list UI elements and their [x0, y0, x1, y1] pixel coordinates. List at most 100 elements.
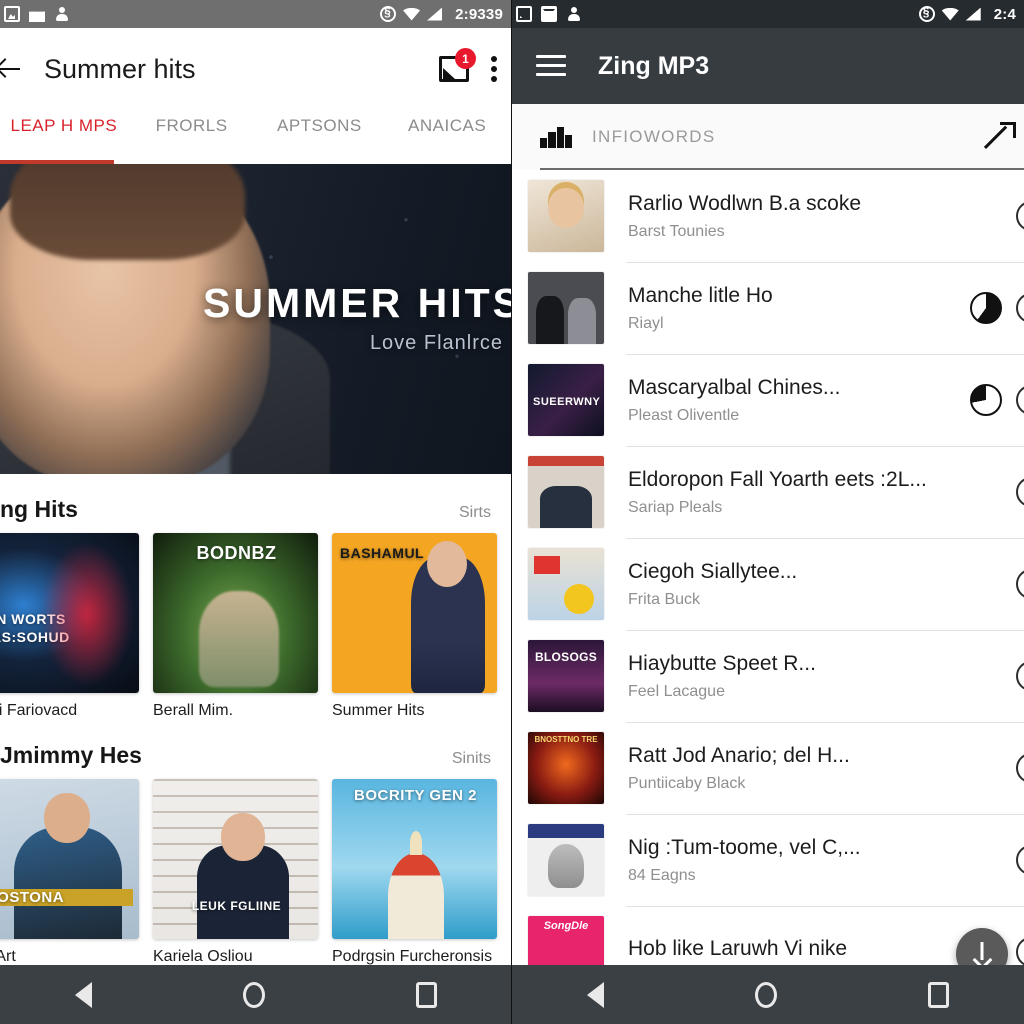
home-nav-icon[interactable]: [242, 981, 265, 1008]
list-item[interactable]: BNOSTTNO TRE Ratt Jod Anario; del H... P…: [512, 722, 1024, 814]
song-text: Ciegoh Siallytee... Frita Buck: [628, 560, 1016, 609]
hero-banner[interactable]: SUMMER HITS Love Flanlrce: [0, 164, 511, 474]
song-actions: [1016, 477, 1024, 507]
album-card[interactable]: BASHAMUL Summer Hits: [332, 533, 497, 720]
app-title: Zing MP3: [598, 51, 710, 80]
left-navigation-bar: [0, 965, 511, 1024]
download-icon[interactable]: [1016, 937, 1024, 967]
song-thumbnail: BLOSOGS: [528, 640, 604, 712]
list-item[interactable]: Manche litle Ho Riayl: [512, 262, 1024, 354]
cast-icon[interactable]: 1: [439, 48, 476, 82]
song-actions: [970, 384, 1024, 416]
wifi-icon: [941, 7, 959, 21]
sync-icon: [918, 5, 935, 22]
section-jmimmy-hes: Jmimmy Hes Sinits GOSTONA od Art LEUK FG…: [0, 720, 511, 966]
arrow-expand-icon[interactable]: [984, 121, 1016, 153]
home-nav-icon[interactable]: [754, 981, 777, 1008]
toolbox-icon: [29, 11, 45, 22]
recents-nav-icon[interactable]: [927, 981, 949, 1008]
song-thumbnail: [528, 272, 604, 344]
song-text: Manche litle Ho Riayl: [628, 284, 970, 333]
download-icon[interactable]: [1016, 201, 1024, 231]
list-item[interactable]: Ciegoh Siallytee... Frita Buck: [512, 538, 1024, 630]
mail-icon: [541, 6, 557, 22]
song-text: Nig :Tum-toome, vel C,... 84 Eagns: [628, 836, 1016, 885]
song-actions: [1016, 753, 1024, 783]
tab-bar: LEAP H MPS FRORLS APTSONS ANAICAS: [0, 110, 511, 164]
download-icon[interactable]: [1016, 845, 1024, 875]
song-artist: Feel Lacague: [628, 682, 725, 700]
song-actions: [1016, 845, 1024, 875]
download-icon[interactable]: [1016, 385, 1024, 415]
download-icon[interactable]: [1016, 753, 1024, 783]
song-actions: [970, 292, 1024, 324]
album-card-row: GOSTONA od Art LEUK FGLIINE Kariela Osli…: [0, 779, 511, 966]
left-status-time: 2:9339: [455, 5, 503, 23]
download-icon[interactable]: [1016, 293, 1024, 323]
album-title: orrri Fariovacd: [0, 702, 78, 719]
right-status-time: 2:4: [993, 5, 1016, 23]
album-card-row: SIN WORTS LAS:SOHUD orrri Fariovacd BODN…: [0, 533, 511, 720]
tab-frorls[interactable]: FRORLS: [128, 110, 256, 136]
section-more-link[interactable]: Sirts: [459, 504, 491, 522]
song-art-caption: BLOSOGS: [534, 650, 598, 664]
download-icon[interactable]: [1016, 661, 1024, 691]
song-thumbnail: [528, 180, 604, 252]
section-header: ng Hits Sirts: [0, 474, 511, 533]
album-card[interactable]: BOCRITY GEN 2 Podrgsin Furcheronsis: [332, 779, 497, 966]
cast-icon: [516, 6, 532, 22]
song-title: Ratt Jod Anario; del H...: [628, 743, 850, 767]
song-artist: 84 Eagns: [628, 866, 696, 884]
right-status-notification-icons: [516, 6, 582, 22]
back-nav-icon[interactable]: [75, 981, 93, 1008]
back-arrow-icon[interactable]: [0, 49, 20, 89]
section-ng-hits: ng Hits Sirts SIN WORTS LAS:SOHUD orrri …: [0, 474, 511, 720]
person-icon: [54, 6, 70, 22]
tab-anaicas[interactable]: ANAICAS: [383, 110, 511, 136]
list-item[interactable]: BLOSOGS Hiaybutte Speet R... Feel Lacagu…: [512, 630, 1024, 722]
song-title: Nig :Tum-toome, vel C,...: [628, 835, 861, 859]
section-more-link[interactable]: Sinits: [452, 750, 491, 768]
song-artist: Riayl: [628, 314, 664, 332]
tab-aptsons[interactable]: APTSONS: [256, 110, 384, 136]
song-thumbnail: [528, 824, 604, 896]
overflow-menu-icon[interactable]: [491, 56, 497, 82]
song-thumbnail: SUEERWNY: [528, 364, 604, 436]
right-status-bar: 2:4: [512, 0, 1024, 28]
list-item[interactable]: Eldoropon Fall Yoarth eets :2L... Sariap…: [512, 446, 1024, 538]
right-navigation-bar: [512, 965, 1024, 1024]
right-toolbar: Zing MP3: [512, 28, 1024, 104]
album-art: BOCRITY GEN 2: [332, 779, 497, 939]
download-progress-icon[interactable]: [970, 384, 1002, 416]
song-actions: [1016, 201, 1024, 231]
left-status-notification-icons: [4, 6, 70, 22]
list-item[interactable]: Nig :Tum-toome, vel C,... 84 Eagns: [512, 814, 1024, 906]
album-card[interactable]: SIN WORTS LAS:SOHUD orrri Fariovacd: [0, 533, 139, 720]
back-nav-icon[interactable]: [587, 981, 605, 1008]
recents-nav-icon[interactable]: [415, 981, 437, 1008]
album-card[interactable]: LEUK FGLIINE Kariela Osliou: [153, 779, 318, 966]
download-icon[interactable]: [1016, 477, 1024, 507]
song-thumbnail: [528, 456, 604, 528]
wifi-icon: [403, 7, 421, 21]
song-text: Hiaybutte Speet R... Feel Lacague: [628, 652, 1016, 701]
list-item[interactable]: Rarlio Wodlwn B.a scoke Barst Tounies: [512, 170, 1024, 262]
left-phone-panel: 2:9339 Summer hits 1 LEAP H MPS FRORLS A…: [0, 0, 512, 1024]
page-title: Summer hits: [44, 53, 196, 84]
song-list: Rarlio Wodlwn B.a scoke Barst Tounies Ma…: [512, 170, 1024, 998]
song-thumbnail: BNOSTTNO TRE: [528, 732, 604, 804]
download-progress-icon[interactable]: [970, 292, 1002, 324]
download-icon[interactable]: [1016, 569, 1024, 599]
album-card[interactable]: GOSTONA od Art: [0, 779, 139, 966]
section-title: ng Hits: [0, 496, 78, 522]
hero-subtitle: Love Flanlrce: [369, 332, 503, 354]
right-status-system-icons: 2:4: [918, 5, 1016, 23]
section-header: Jmimmy Hes Sinits: [0, 720, 511, 779]
hamburger-menu-icon[interactable]: [536, 55, 566, 77]
song-title: Mascaryalbal Chines...: [628, 375, 841, 399]
list-item[interactable]: SUEERWNY Mascaryalbal Chines... Pleast O…: [512, 354, 1024, 446]
song-artist: Frita Buck: [628, 590, 701, 608]
album-card[interactable]: BODNBZ Berall Mim.: [153, 533, 318, 720]
tab-leap-h-mps[interactable]: LEAP H MPS: [0, 110, 128, 136]
song-actions: [1016, 569, 1024, 599]
